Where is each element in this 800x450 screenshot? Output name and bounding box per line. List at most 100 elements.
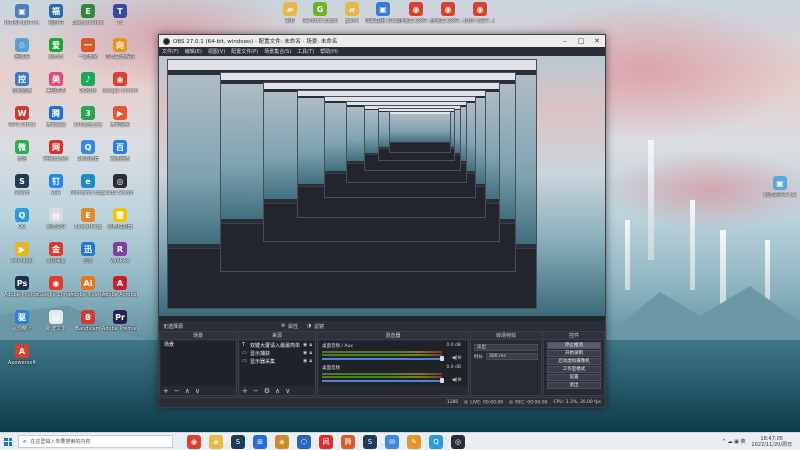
lock-icon[interactable]: 🔒︎ — [309, 342, 312, 348]
desktop-icon[interactable]: 腾腾讯会议 — [38, 106, 74, 140]
source-item[interactable]: ▭ 显示器采集 ◉ 🔒︎ — [240, 357, 314, 365]
desktop-icon[interactable]: ◎ OBS Studio — [102, 174, 138, 208]
steam-icon[interactable]: S — [231, 434, 245, 449]
desktop-icon[interactable]: E EasyConnect — [70, 4, 106, 38]
obs-window[interactable]: OBS 27.0.1 (64-bit, windows) - 配置文件: 未命名… — [158, 34, 606, 408]
desktop-icon[interactable]: ♲ 回收站 — [4, 38, 40, 72]
remove-scene-icon[interactable]: − — [174, 387, 180, 395]
exit-button[interactable]: 退出 — [547, 382, 601, 389]
ps-icon[interactable]: ⬡ — [297, 434, 311, 449]
close-button[interactable]: ✕ — [589, 37, 605, 45]
filters-label[interactable]: 滤镜 — [314, 323, 324, 330]
desktop-icon[interactable]: 美美图秀秀 — [38, 72, 74, 106]
start-recording-button[interactable]: 开始录制 — [547, 350, 601, 357]
desktop-icon[interactable]: 向向日葵远程控 — [102, 38, 138, 72]
desktop-icon[interactable]: ▶ 腾讯视频 — [102, 106, 138, 140]
volume-fader[interactable] — [322, 358, 442, 360]
desktop-icon-new-folder[interactable]: ▣ 新建文件夹 (2) — [762, 176, 798, 210]
speaker-icon[interactable]: ◀)⚙ — [452, 355, 462, 361]
desktop-icon[interactable]: 金金山毒霸 — [38, 242, 74, 276]
desktop-icon[interactable]: ♪ QQ音乐 — [70, 72, 106, 106]
desktop-icon[interactable]: W WPS Office — [4, 106, 40, 140]
menu-tools[interactable]: 工具(T) — [297, 48, 314, 55]
fader-knob[interactable] — [440, 378, 444, 383]
paint-icon[interactable]: ✎ — [407, 434, 421, 449]
speaker-icon[interactable]: ◀)⚙ — [452, 377, 462, 383]
desktop-icon[interactable]: ◉ 作业集 (文件...) — [398, 2, 434, 36]
desktop-icon[interactable]: ◉ Google Chrome — [38, 276, 74, 310]
desktop-icon[interactable]: S Steam — [4, 174, 40, 208]
transition-select[interactable]: 淡出 — [474, 344, 538, 351]
add-source-icon[interactable]: + — [242, 387, 248, 395]
desktop-icon[interactable]: 福福音书 — [38, 4, 74, 38]
lock-icon[interactable]: 🔒︎ — [309, 350, 312, 356]
taskbar-clock[interactable]: 18:47:05 2022/11/20/周日 — [751, 436, 792, 448]
desktop-icon[interactable]: ▣ 计算机 (ERTTA...) — [4, 4, 40, 38]
fader-knob[interactable] — [440, 356, 444, 361]
chrome-icon[interactable]: ◉ — [187, 434, 201, 449]
move-down-icon[interactable]: ∨ — [195, 387, 200, 395]
game-icon[interactable]: ◈ — [275, 434, 289, 449]
desktop-icon[interactable]: T TX — [102, 4, 138, 38]
eye-icon[interactable]: ◉ — [303, 350, 307, 356]
desktop-icon[interactable]: R WinRAR — [102, 242, 138, 276]
move-up-icon[interactable]: ∧ — [185, 387, 190, 395]
desktop-icon[interactable]: 驱驱动精灵 — [4, 310, 40, 344]
desktop-icon[interactable]: e Microsoft Edge — [70, 174, 106, 208]
move-up-icon[interactable]: ∧ — [275, 387, 280, 395]
obs-icon[interactable]: ◎ — [451, 434, 465, 449]
move-down-icon[interactable]: ∨ — [285, 387, 290, 395]
desktop-icon[interactable]: A Apowersoft — [4, 344, 40, 378]
desktop-icon[interactable]: ▤ 新建文件 — [38, 208, 74, 242]
source-item[interactable]: T 双键大厦请入最最简单 ◉ 🔒︎ — [240, 341, 314, 349]
desktop-icon[interactable]: ▶ PotPlayer — [4, 242, 40, 276]
desktop-icon[interactable]: Ps Adobe Photoshop — [4, 276, 40, 310]
desktop-icon[interactable]: E Everything — [70, 208, 106, 242]
lock-icon[interactable]: 🔒︎ — [309, 358, 312, 364]
obs-title-bar[interactable]: OBS 27.0.1 (64-bit, windows) - 配置文件: 未命名… — [159, 35, 605, 47]
desktop-icon[interactable]: 3 360安全卫士 — [70, 106, 106, 140]
stop-streaming-button[interactable]: 停止推流 — [547, 342, 601, 349]
maximize-button[interactable]: □ — [573, 37, 589, 45]
properties-gear-icon[interactable]: ⚙ — [281, 323, 285, 329]
desktop-icon[interactable]: 钉钉钉 — [38, 174, 74, 208]
source-settings-gear-icon[interactable]: ⚙ — [264, 387, 270, 395]
desktop-icon[interactable]: G GeForce Experience — [302, 2, 338, 36]
desktop-icon[interactable]: ◉ Google Chrome — [102, 72, 138, 106]
desktop-icon[interactable]: B Bandicam — [70, 310, 106, 344]
source-item[interactable]: ▭ 显示捕获 ◉ 🔒︎ — [240, 349, 314, 357]
start-virtual-camera-button[interactable]: 启动虚拟摄像机 — [547, 358, 601, 365]
file-explorer-icon[interactable]: ▰ — [209, 434, 223, 449]
desktop-icon[interactable]: 雷雷电模拟器 — [102, 208, 138, 242]
settings-button[interactable]: 设置 — [547, 374, 601, 381]
desktop-icon[interactable]: A Adobe Acrobat — [102, 276, 138, 310]
eye-icon[interactable]: ◉ — [303, 342, 307, 348]
start-button[interactable] — [0, 433, 16, 450]
desktop-icon[interactable]: 网网易云音乐 — [38, 140, 74, 174]
desktop-icon[interactable]: 迅迅雷 — [70, 242, 106, 276]
properties-label[interactable]: 属性 — [288, 323, 298, 330]
messages-icon[interactable]: ✉ — [385, 434, 399, 449]
menu-scene-collection[interactable]: 场景集合(S) — [264, 48, 291, 55]
obs-preview[interactable] — [159, 56, 605, 316]
desktop-icon[interactable]: Ai Adobe Illustrator — [70, 276, 106, 310]
duration-input[interactable]: 300 ms — [486, 353, 538, 360]
add-scene-icon[interactable]: + — [163, 387, 169, 395]
store-icon[interactable]: ⊞ — [253, 434, 267, 449]
desktop-icon[interactable]: ◉ 作业集 (文件...) — [430, 2, 466, 36]
remove-source-icon[interactable]: − — [253, 387, 259, 395]
desktop-icon[interactable]: Q QQ浏览器 — [70, 140, 106, 174]
menu-profile[interactable]: 配置文件(P) — [231, 48, 258, 55]
desktop-icon[interactable]: 一一键重装 — [70, 38, 106, 72]
filters-icon[interactable]: ◑ — [307, 323, 311, 329]
minimize-button[interactable]: – — [557, 37, 573, 45]
taskbar-search-box[interactable]: ⌕ 在这里输入你要搜索的内容 — [18, 435, 173, 448]
qq-icon[interactable]: Q — [429, 434, 443, 449]
desktop-icon[interactable]: ◉ 音乐 (文件...) — [462, 2, 498, 36]
netease-icon[interactable]: 网 — [319, 434, 333, 449]
studio-mode-button[interactable]: 工作室模式 — [547, 366, 601, 373]
menu-edit[interactable]: 编辑(E) — [185, 48, 202, 55]
desktop-icon[interactable]: ▣ 屏幕截图 2022052... — [365, 2, 401, 36]
desktop-icon[interactable]: 爱爱奇艺 — [38, 38, 74, 72]
desktop-icon[interactable]: Pr Adobe Premiere — [102, 310, 138, 344]
